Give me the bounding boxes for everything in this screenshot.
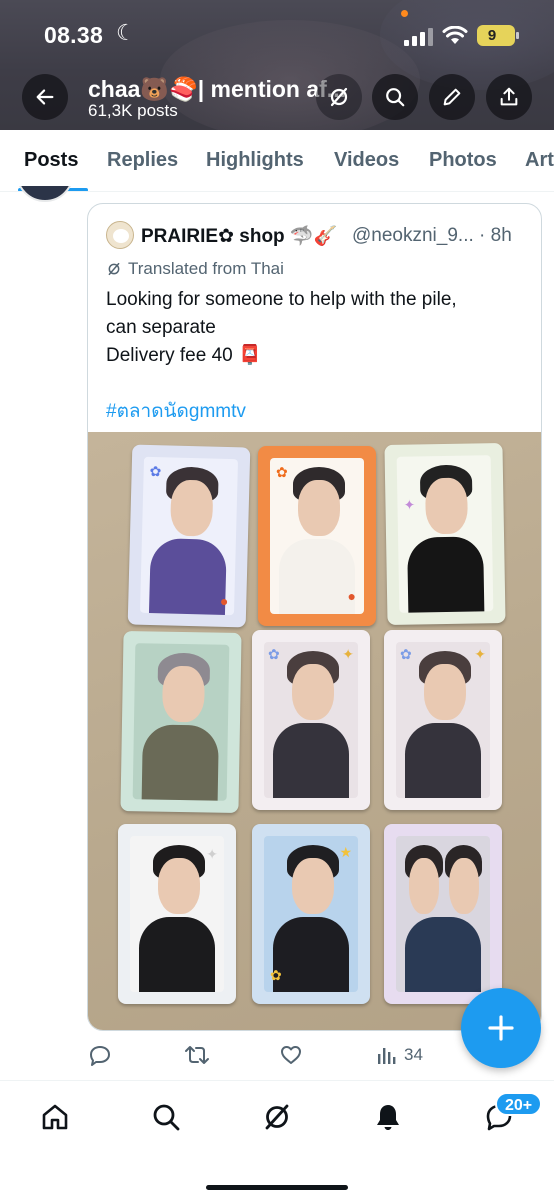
post-text-line: can separate bbox=[106, 317, 216, 338]
share-icon bbox=[500, 87, 518, 106]
status-bar: 08.38 ☾ 9 bbox=[0, 0, 554, 70]
grok-icon bbox=[330, 87, 348, 107]
translated-label[interactable]: Translated from Thai bbox=[106, 259, 284, 279]
views-count: 34 bbox=[404, 1045, 423, 1064]
post-text-line: Looking for someone to help with the pil… bbox=[106, 289, 457, 310]
quoted-author-name: PRAIRIE✿ shop 🦈🎸 bbox=[141, 226, 338, 247]
photocard: ✦ bbox=[384, 442, 506, 626]
edit-button[interactable] bbox=[429, 74, 475, 120]
arrow-left-icon bbox=[36, 89, 54, 105]
nav-search[interactable] bbox=[148, 1099, 184, 1135]
quoted-post[interactable]: PRAIRIE✿ shop 🦈🎸 @neokzni_9... · 8h Tran… bbox=[87, 203, 542, 1031]
search-icon bbox=[386, 88, 405, 107]
wifi-icon bbox=[442, 26, 468, 44]
tab-photos[interactable]: Photos bbox=[429, 149, 497, 172]
back-button[interactable] bbox=[22, 74, 68, 120]
grok-icon bbox=[265, 1104, 289, 1130]
profile-tabs: Posts Replies Highlights Videos Photos A… bbox=[0, 130, 554, 192]
grok-button[interactable] bbox=[316, 74, 362, 120]
notifications-badge: 20+ bbox=[495, 1092, 543, 1116]
nav-home[interactable] bbox=[37, 1099, 73, 1135]
profile-header: 08.38 ☾ 9 chaa🐻🍣| mention af... 61,3K po… bbox=[0, 0, 554, 130]
status-time: 08.38 bbox=[44, 22, 104, 48]
reply-icon bbox=[90, 1046, 110, 1066]
avatar[interactable] bbox=[16, 186, 74, 202]
translate-icon bbox=[108, 262, 120, 276]
photocard: ✦ bbox=[118, 824, 236, 1004]
reply-button[interactable] bbox=[88, 1042, 112, 1068]
battery-level: 9 bbox=[487, 27, 497, 44]
tab-highlights[interactable]: Highlights bbox=[206, 149, 304, 172]
photocard: ✿ ✦ bbox=[252, 630, 370, 810]
home-icon bbox=[42, 1104, 68, 1130]
search-button[interactable] bbox=[372, 74, 418, 120]
photocard: ✿ ✦ bbox=[384, 630, 502, 810]
photocard: ✿ ● bbox=[258, 446, 376, 626]
nav-grok[interactable] bbox=[259, 1099, 295, 1135]
photocard: ✿ ● bbox=[127, 444, 251, 628]
search-icon bbox=[153, 1104, 180, 1131]
repost-button[interactable] bbox=[184, 1042, 210, 1068]
profile-posts-count: 61,3K posts bbox=[88, 101, 178, 120]
views-button[interactable]: 34 bbox=[376, 1042, 423, 1068]
hashtag-link[interactable]: #ตลาดนัดgmmtv bbox=[106, 396, 246, 426]
nav-notifications[interactable] bbox=[370, 1099, 406, 1135]
bell-icon bbox=[377, 1105, 399, 1130]
pencil-icon bbox=[443, 88, 461, 106]
share-button[interactable] bbox=[486, 74, 532, 120]
home-indicator bbox=[206, 1185, 348, 1190]
tab-articles[interactable]: Art bbox=[525, 149, 554, 172]
quoted-author-handle-time: @neokzni_9... · 8h bbox=[352, 225, 512, 246]
compose-post-button[interactable] bbox=[461, 988, 541, 1068]
photocard bbox=[120, 630, 242, 814]
recording-dot-icon bbox=[401, 10, 408, 17]
cellular-signal-icon bbox=[404, 28, 433, 46]
moon-icon: ☾ bbox=[116, 20, 136, 45]
tab-replies[interactable]: Replies bbox=[107, 149, 178, 172]
like-button[interactable] bbox=[279, 1042, 303, 1068]
battery-indicator: 9 bbox=[477, 25, 519, 46]
post-text-line: Delivery fee 40 📮 bbox=[106, 345, 262, 366]
photocard: ✿ ★ bbox=[252, 824, 370, 1004]
plus-icon bbox=[488, 1015, 514, 1041]
views-chart-icon bbox=[378, 1048, 396, 1064]
tab-posts[interactable]: Posts bbox=[24, 149, 78, 172]
repost-icon bbox=[185, 1046, 209, 1064]
translated-text: Translated from Thai bbox=[128, 259, 284, 278]
bottom-navigation bbox=[0, 1080, 554, 1199]
tab-videos[interactable]: Videos bbox=[334, 149, 399, 172]
quoted-author-avatar[interactable] bbox=[106, 221, 134, 249]
heart-icon bbox=[281, 1046, 301, 1064]
quoted-post-text: Looking for someone to help with the pil… bbox=[106, 286, 531, 370]
photocard bbox=[384, 824, 502, 1004]
post-photo[interactable]: ✿ ● ✿ ● ✦ ✿ ✦ ✿ ✦ ✦ ✿ ★ bbox=[88, 432, 541, 1030]
